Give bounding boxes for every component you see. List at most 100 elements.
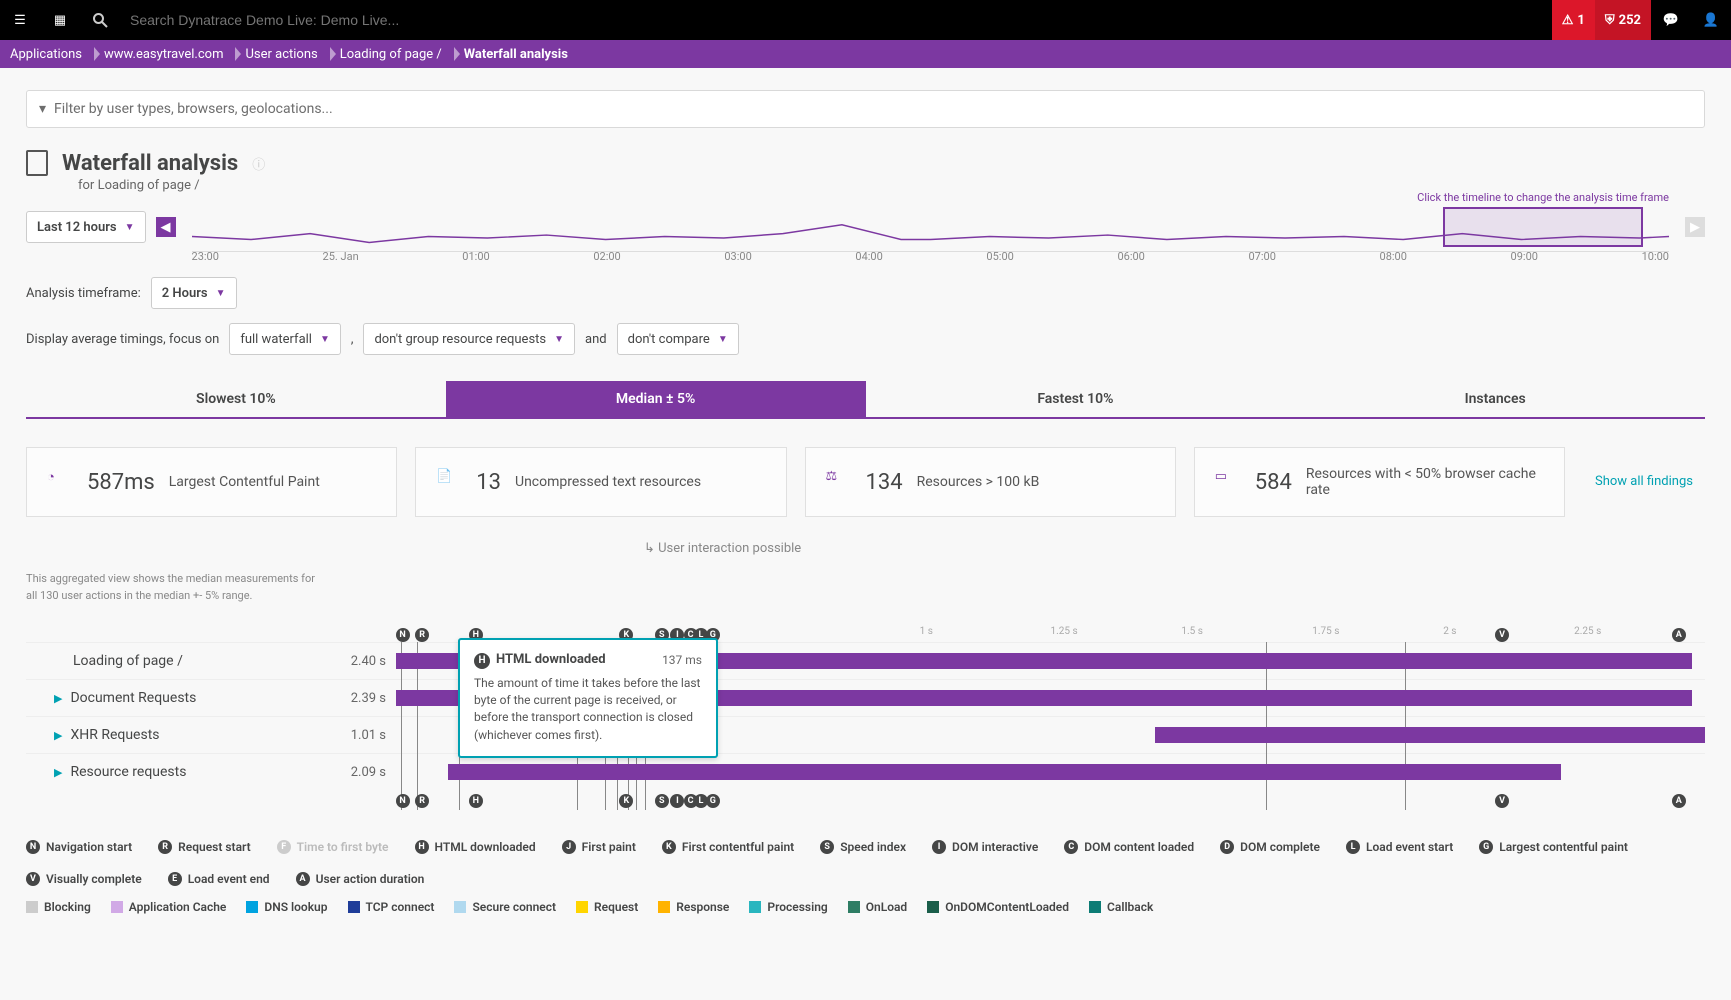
search-icon[interactable] — [80, 0, 120, 40]
card-icon: ▭ — [1215, 469, 1241, 495]
timing-marker-V[interactable]: V — [1495, 794, 1509, 808]
dashboard-icon[interactable]: ▦ — [40, 0, 80, 40]
tooltip-badge: H — [474, 653, 490, 669]
timing-marker-K[interactable]: K — [619, 794, 633, 808]
card-value: 587ms — [87, 470, 155, 495]
color-swatch — [848, 901, 860, 913]
expand-toggle[interactable]: ▶ — [54, 729, 62, 742]
summary-card[interactable]: 📄 13 Uncompressed text resources — [415, 447, 786, 517]
color-swatch — [927, 901, 939, 913]
color-legend-item: DNS lookup — [246, 900, 327, 914]
card-label: Resources with < 50% browser cache rate — [1306, 466, 1544, 498]
user-menu[interactable]: 👤 — [1691, 0, 1731, 40]
breadcrumb-item[interactable]: www.easytravel.com — [104, 47, 241, 62]
waterfall-note: This aggregated view shows the median me… — [26, 571, 326, 604]
tooltip-body: The amount of time it takes before the l… — [474, 675, 702, 745]
card-value: 13 — [476, 470, 501, 495]
filter-bar[interactable]: ▾ Filter by user types, browsers, geoloc… — [26, 90, 1705, 128]
tab-median-5-[interactable]: Median ± 5% — [446, 381, 866, 417]
info-icon[interactable]: ⓘ — [252, 154, 265, 173]
timeline-next-button[interactable]: ▶ — [1685, 217, 1705, 237]
breadcrumb-item[interactable]: Applications — [10, 47, 100, 62]
legend-badge: K — [662, 840, 676, 854]
timing-legend-item: AUser action duration — [296, 872, 425, 886]
timing-legend-item: RRequest start — [158, 840, 251, 854]
compare-dropdown[interactable]: don't compare▼ — [617, 323, 739, 355]
row-name: Loading of page / — [26, 653, 336, 669]
legend-badge: G — [1479, 840, 1493, 854]
timing-legend-item: KFirst contentful paint — [662, 840, 794, 854]
display-label: Display average timings, focus on — [26, 332, 219, 347]
breadcrumb-item[interactable]: Loading of page / — [340, 47, 460, 62]
expand-toggle[interactable]: ▶ — [54, 766, 62, 779]
hamburger-menu[interactable]: ☰ — [0, 0, 40, 40]
timing-legend-item: VVisually complete — [26, 872, 142, 886]
timing-marker-N[interactable]: N — [396, 794, 410, 808]
card-value: 584 — [1255, 470, 1292, 495]
show-all-findings-link[interactable]: Show all findings — [1583, 472, 1705, 492]
expand-toggle[interactable]: ▶ — [54, 692, 62, 705]
timing-legend-item: ELoad event end — [168, 872, 270, 886]
card-value: 134 — [866, 470, 903, 495]
color-legend-item: Blocking — [26, 900, 91, 914]
analysis-tf-value: 2 Hours — [162, 286, 208, 301]
row-value: 2.09 s — [336, 765, 386, 780]
color-swatch — [658, 901, 670, 913]
page-title: Waterfall analysis — [62, 151, 238, 176]
breadcrumb-item[interactable]: Waterfall analysis — [464, 47, 586, 62]
breadcrumb-item[interactable]: User actions — [245, 47, 335, 62]
timing-legend-item: FTime to first byte — [277, 840, 389, 854]
timing-marker-H[interactable]: H — [469, 794, 483, 808]
analysis-tf-label: Analysis timeframe: — [26, 286, 141, 301]
card-label: Uncompressed text resources — [515, 474, 701, 490]
color-swatch — [576, 901, 588, 913]
timing-marker-I[interactable]: I — [670, 794, 684, 808]
document-icon — [26, 150, 48, 176]
legend-badge: I — [932, 840, 946, 854]
timeline-hint: Click the timeline to change the analysi… — [1417, 191, 1669, 204]
timeline-selection[interactable] — [1443, 207, 1643, 247]
timerange-value: Last 12 hours — [37, 220, 117, 235]
card-label: Resources > 100 kB — [917, 474, 1040, 490]
color-legend-item: Processing — [749, 900, 827, 914]
waterfall-row: ▶Resource requests2.09 s — [26, 753, 1705, 790]
mini-timeline[interactable]: Click the timeline to change the analysi… — [192, 207, 1669, 247]
color-legend-item: Application Cache — [111, 900, 227, 914]
tooltip-title: HTML downloaded — [496, 652, 606, 667]
timeline-prev-button[interactable]: ◀ — [156, 217, 176, 237]
focus-dropdown[interactable]: full waterfall▼ — [229, 323, 341, 355]
chat-icon[interactable]: 💬 — [1651, 0, 1691, 40]
tab-slowest-10-[interactable]: Slowest 10% — [26, 381, 446, 417]
summary-card[interactable]: ⚖ 134 Resources > 100 kB — [805, 447, 1176, 517]
security-indicator[interactable]: ⛨ 252 — [1595, 0, 1651, 40]
row-name: ▶XHR Requests — [26, 727, 336, 743]
timing-marker-A[interactable]: A — [1672, 794, 1686, 808]
interaction-possible-label: User interaction possible — [644, 541, 801, 556]
analysis-timeframe-dropdown[interactable]: 2 Hours ▼ — [151, 277, 237, 309]
card-icon: 📄 — [436, 469, 462, 495]
chevron-down-icon: ▼ — [125, 222, 135, 233]
color-swatch — [111, 901, 123, 913]
color-swatch — [1089, 901, 1101, 913]
tab-instances[interactable]: Instances — [1285, 381, 1705, 417]
tab-fastest-10-[interactable]: Fastest 10% — [866, 381, 1286, 417]
grouping-dropdown[interactable]: don't group resource requests▼ — [363, 323, 575, 355]
problems-indicator[interactable]: ⚠ 1 — [1552, 0, 1595, 40]
filter-placeholder: Filter by user types, browsers, geolocat… — [54, 101, 333, 117]
summary-card[interactable]: ▭ 584 Resources with < 50% browser cache r… — [1194, 447, 1565, 517]
breadcrumb: Applications www.easytravel.com User actio… — [0, 40, 1731, 68]
legend-badge: H — [415, 840, 429, 854]
summary-card[interactable]: ◔587msLargest Contentful Paint — [26, 447, 397, 517]
waterfall-row: ▶Document Requests2.39 s — [26, 679, 1705, 716]
security-count: 252 — [1619, 13, 1641, 28]
timing-marker-S[interactable]: S — [655, 794, 669, 808]
card-icon: ⚖ — [826, 469, 852, 495]
color-swatch — [246, 901, 258, 913]
timing-marker-R[interactable]: R — [415, 794, 429, 808]
timerange-dropdown[interactable]: Last 12 hours ▼ — [26, 211, 146, 243]
timing-marker-G[interactable]: G — [706, 794, 720, 808]
alert-icon: ⚠ — [1562, 13, 1574, 28]
search-input[interactable] — [130, 12, 530, 28]
tooltip-value: 137 ms — [662, 653, 702, 667]
legend-badge: R — [158, 840, 172, 854]
